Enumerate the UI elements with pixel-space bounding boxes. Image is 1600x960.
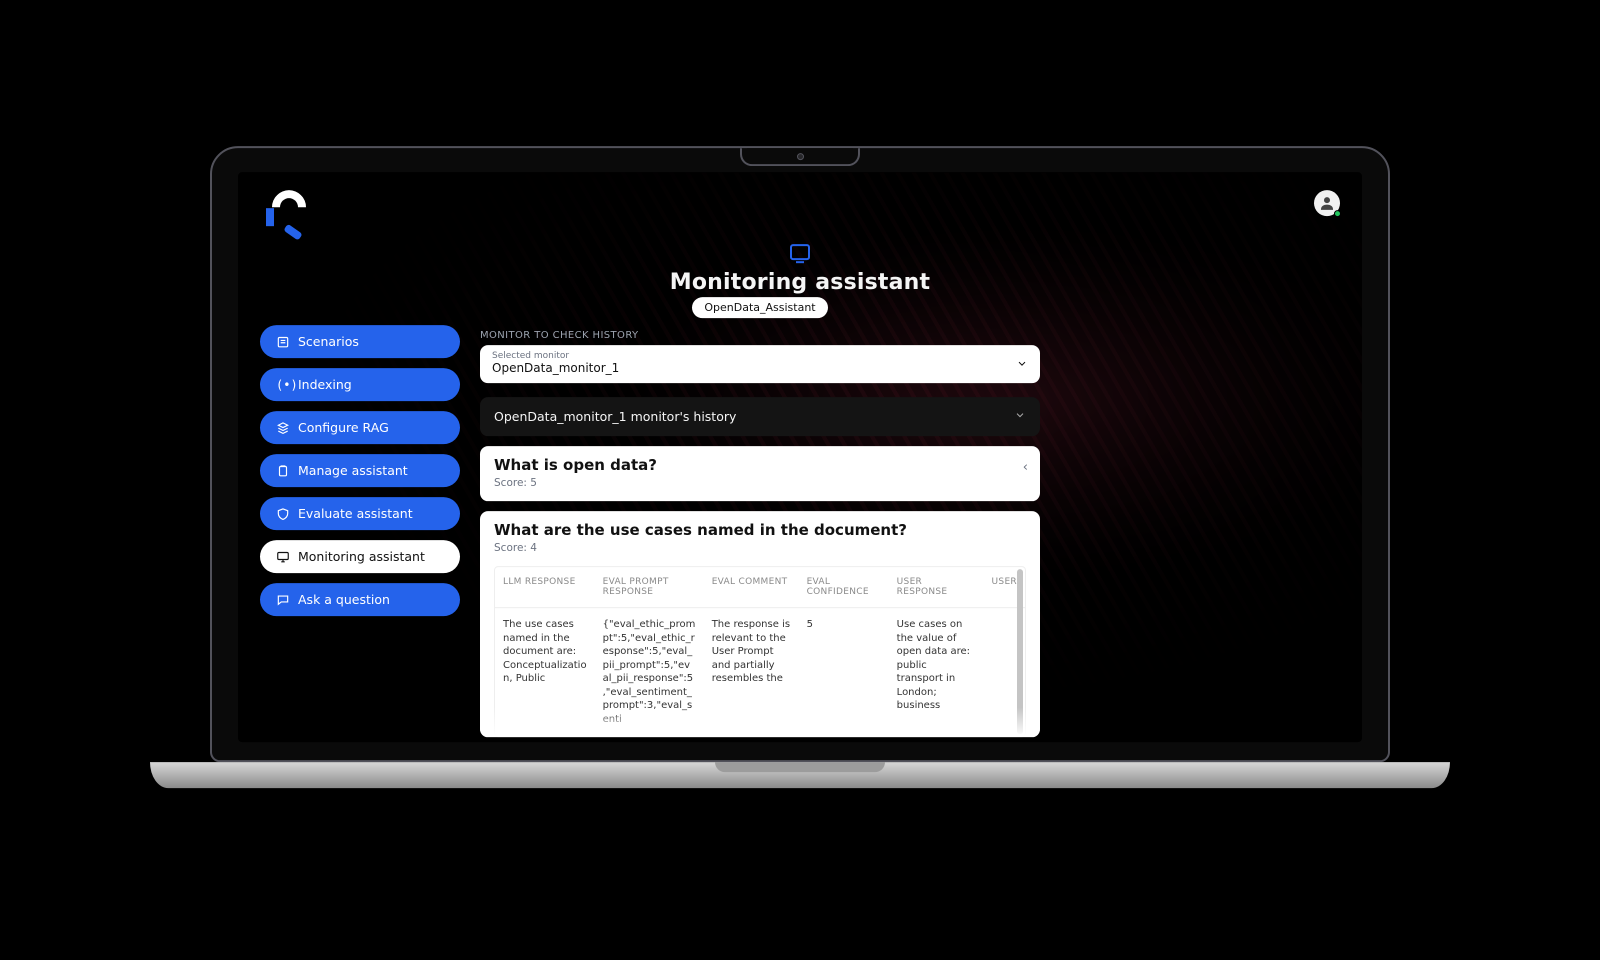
- history-card-question: What are the use cases named in the docu…: [494, 521, 1026, 539]
- col-header: EVAL CONFIDENCE: [799, 567, 889, 608]
- monitor-select-label: MONITOR TO CHECK HISTORY: [480, 330, 1040, 341]
- history-panel-header[interactable]: OpenData_monitor_1 monitor's history: [480, 397, 1040, 436]
- brackets-icon: (•): [276, 378, 290, 392]
- chat-icon: [276, 593, 290, 607]
- sidebar-item-label: Ask a question: [298, 592, 390, 607]
- sidebar-item-label: Scenarios: [298, 334, 359, 349]
- col-header: LLM RESPONSE: [495, 567, 595, 608]
- sidebar-item-label: Indexing: [298, 377, 352, 392]
- laptop-mockup: Monitoring assistant Scenarios (•) Index…: [210, 146, 1390, 788]
- col-header: EVAL PROMPT RESPONSE: [595, 567, 704, 608]
- sidebar-item-label: Configure RAG: [298, 420, 389, 435]
- history-card-question: What is open data?: [494, 456, 1026, 474]
- sidebar-item-label: Manage assistant: [298, 463, 408, 478]
- sidebar-item-evaluate-assistant[interactable]: Evaluate assistant: [260, 497, 460, 530]
- laptop-bezel: Monitoring assistant Scenarios (•) Index…: [210, 146, 1390, 762]
- history-card[interactable]: What is open data? Score: 5 ‹: [480, 446, 1040, 501]
- sidebar-item-label: Evaluate assistant: [298, 506, 413, 521]
- monitor-select[interactable]: Selected monitor OpenData_monitor_1: [480, 345, 1040, 383]
- camera-icon: [797, 153, 804, 160]
- sidebar-item-monitoring-assistant[interactable]: Monitoring assistant: [260, 540, 460, 573]
- monitor-icon: [276, 550, 290, 564]
- status-online-dot: [1334, 210, 1341, 217]
- shield-icon: [276, 507, 290, 521]
- chevron-left-icon: ‹: [1023, 460, 1028, 475]
- sidebar-item-scenarios[interactable]: Scenarios: [260, 325, 460, 358]
- laptop-notch: [740, 148, 860, 166]
- monitor-select-value: OpenData_monitor_1: [492, 361, 1028, 375]
- user-avatar[interactable]: [1314, 190, 1340, 216]
- col-header: EVAL COMMENT: [704, 567, 799, 608]
- chevron-down-icon: [1016, 355, 1028, 374]
- sidebar-item-indexing[interactable]: (•) Indexing: [260, 368, 460, 401]
- app-screen: Monitoring assistant Scenarios (•) Index…: [238, 172, 1362, 742]
- stack-icon: [276, 421, 290, 435]
- sidebar-item-label: Monitoring assistant: [298, 549, 425, 564]
- main-content: OpenData_Assistant MONITOR TO CHECK HIST…: [480, 325, 1040, 742]
- clipboard-icon: [276, 464, 290, 478]
- sidebar-item-ask-question[interactable]: Ask a question: [260, 583, 460, 616]
- history-card-score: Score: 5: [494, 477, 1026, 489]
- chevron-down-icon: [1014, 409, 1026, 424]
- col-header: USER: [984, 567, 1025, 608]
- fade-overlay: [480, 707, 1040, 737]
- assistant-chip[interactable]: OpenData_Assistant: [692, 297, 827, 318]
- monitor-select-caption: Selected monitor: [492, 351, 1028, 361]
- laptop-base: [150, 762, 1450, 788]
- page-header: Monitoring assistant: [260, 244, 1340, 295]
- history-card-expanded: What are the use cases named in the docu…: [480, 511, 1040, 737]
- app-logo[interactable]: [260, 190, 306, 236]
- sidebar-item-manage-assistant[interactable]: Manage assistant: [260, 454, 460, 487]
- sidebar-item-configure-rag[interactable]: Configure RAG: [260, 411, 460, 444]
- col-header: USER RESPONSE: [889, 567, 984, 608]
- history-panel-title: OpenData_monitor_1 monitor's history: [494, 409, 736, 424]
- topbar: [260, 190, 1340, 248]
- sidebar: Scenarios (•) Indexing Configure RAG: [260, 325, 460, 742]
- monitor-icon: [790, 244, 810, 260]
- list-icon: [276, 335, 290, 349]
- history-card-score: Score: 4: [494, 542, 1026, 554]
- page-title: Monitoring assistant: [260, 270, 1340, 295]
